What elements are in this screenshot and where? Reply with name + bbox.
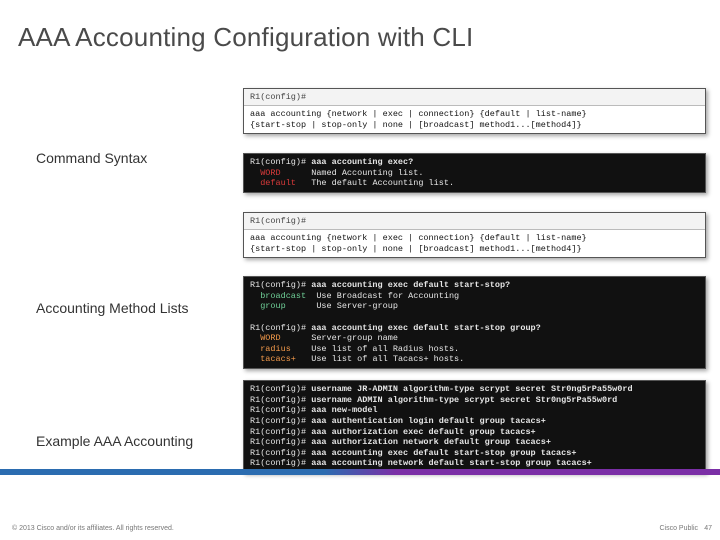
cli-box-example: R1(config)# username JR-ADMIN algorithm-… [243,380,706,473]
cli-box-method-lists: R1(config)# aaa accounting exec default … [243,276,706,369]
footer-classification: Cisco Public [659,525,698,532]
label-command-syntax: Command Syntax [36,150,147,166]
cli-prompt: R1(config)# [244,89,705,106]
footer-copyright: © 2013 Cisco and/or its affiliates. All … [12,525,174,532]
cli-body-dark: R1(config)# aaa accounting exec? WORD Na… [244,154,705,192]
cli-body: aaa accounting {network | exec | connect… [244,230,705,257]
page-number: 47 [704,525,712,532]
label-accounting-method-lists: Accounting Method Lists [36,300,189,316]
cli-body-dark: R1(config)# username JR-ADMIN algorithm-… [244,381,705,472]
page-title: AAA Accounting Configuration with CLI [18,22,473,53]
slide: AAA Accounting Configuration with CLI Co… [0,0,720,540]
cli-box-syntax-1: R1(config)# aaa accounting {network | ex… [243,88,706,134]
cli-body: aaa accounting {network | exec | connect… [244,106,705,133]
cli-box-syntax-help: R1(config)# aaa accounting exec? WORD Na… [243,153,706,193]
cli-box-syntax-2: R1(config)# aaa accounting {network | ex… [243,212,706,258]
label-example-aaa-accounting: Example AAA Accounting [36,433,193,449]
cli-prompt: R1(config)# [244,213,705,230]
accent-band [0,469,720,475]
cli-body-dark: R1(config)# aaa accounting exec default … [244,277,705,368]
